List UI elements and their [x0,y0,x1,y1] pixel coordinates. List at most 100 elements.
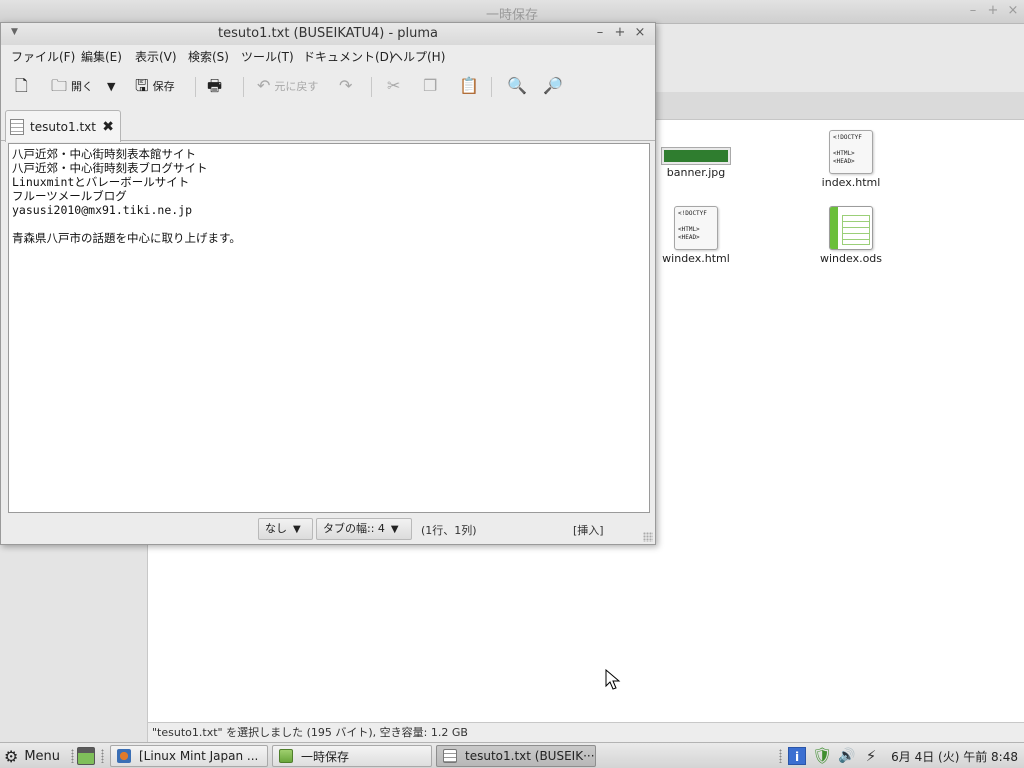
network-icon[interactable]: ⚡ [862,747,880,765]
tab-width-combo[interactable]: タブの幅:: 4 ▼ [316,518,412,540]
pluma-window: ▼ tesuto1.txt (BUSEIKATU4) - pluma – + ×… [0,22,656,545]
panel-grip [779,749,782,763]
file-label: windex.ods [819,252,883,265]
chevron-down-icon: ▼ [390,524,399,535]
menu-documents[interactable]: ドキュメント(D) [303,48,394,65]
minimize-button[interactable]: – [593,26,607,40]
icon-text: <HEAD> [833,158,855,165]
open-button[interactable]: 🗀 開く [51,73,93,99]
resize-grip[interactable] [643,532,653,542]
editor-line: 八戸近郊・中心街時刻表本館サイト [12,147,196,161]
paste-button[interactable]: 📋 [459,73,483,99]
pluma-titlebar[interactable]: ▼ tesuto1.txt (BUSEIKATU4) - pluma – + × [1,23,655,45]
menu-help[interactable]: ヘルプ(H) [391,48,445,65]
icon-text: <HEAD> [678,234,700,241]
file-index-html[interactable]: <!DOCTYF <HTML> <HEAD> index.html [803,130,899,189]
menubar: ファイル(F) 編集(E) 表示(V) 検索(S) ツール(T) ドキュメント(… [1,45,655,67]
search-icon: 🔍 [507,76,527,95]
image-file-icon [661,147,731,165]
editor-line: yasusi2010@mx91.tiki.ne.jp [12,203,193,217]
redo-button[interactable]: ↷ [339,73,356,99]
menu-file[interactable]: ファイル(F) [11,48,75,65]
editor-line: Linuxmintとバレーボールサイト [12,175,190,189]
show-desktop-button[interactable] [77,747,95,765]
html-file-icon: <!DOCTYF <HTML> <HEAD> [674,206,718,250]
chevron-down-icon: ▼ [107,79,116,93]
gear-icon: ⚙ [4,746,19,766]
cut-button[interactable]: ✂ [387,73,404,99]
fm-minimize-button[interactable]: – [966,4,980,18]
task-linux-mint-japan[interactable]: [Linux Mint Japan ... [110,745,268,767]
toolbar-separator [491,77,492,97]
icon-text: <HTML> [833,150,855,157]
print-button[interactable]: 🖶 [207,73,226,99]
file-manager-titlebar[interactable]: 一時保存 – + × [0,0,1024,24]
panel-grip [71,749,74,763]
highlight-mode-combo[interactable]: なし ▼ [258,518,313,540]
info-icon[interactable]: i [788,747,806,765]
spreadsheet-file-icon [829,206,873,250]
task-label: [Linux Mint Japan ... [139,749,259,763]
file-label: banner.jpg [666,166,726,179]
fm-close-button[interactable]: × [1006,4,1020,18]
toolbar-separator [195,77,196,97]
file-banner-jpg[interactable]: banner.jpg [648,130,744,179]
fm-toolbar [655,24,1024,92]
folder-icon [279,749,293,763]
menu-tools[interactable]: ツール(T) [241,48,294,65]
text-editor-area[interactable]: 八戸近郊・中心街時刻表本館サイト 八戸近郊・中心街時刻表ブログサイト Linux… [8,143,650,513]
file-label: windex.html [662,252,730,265]
clock[interactable]: 6月 4日 (火) 午前 8:48 [891,748,1018,765]
volume-icon[interactable]: 🔊 [838,747,856,765]
menu-view[interactable]: 表示(V) [135,48,177,65]
text-document-icon [10,118,24,135]
find-button[interactable]: 🔍 [507,73,531,99]
close-button[interactable]: × [633,26,647,40]
file-manager-title: 一時保存 [485,8,538,23]
fm-sidebar [0,545,148,742]
chevron-down-icon: ▼ [293,524,301,535]
panel-grip [101,749,104,763]
scissors-icon: ✂ [387,76,401,95]
clipboard-icon: 📋 [459,76,479,95]
insert-mode: [挿入] [573,524,604,537]
save-icon: 🖫 [135,76,149,95]
maximize-button[interactable]: + [613,26,627,40]
task-pluma[interactable]: tesuto1.txt (BUSEIK··· [436,745,596,767]
search-replace-icon: 🔎 [543,76,563,95]
taskbar: ⚙ Menu [Linux Mint Japan ... 一時保存 tesuto… [0,742,1024,768]
file-label: index.html [821,176,881,189]
start-menu-button[interactable]: ⚙ Menu [4,745,60,767]
menu-search[interactable]: 検索(S) [188,48,229,65]
shield-icon[interactable]: 🛡 [812,747,832,765]
text-editor-icon [443,749,457,763]
tab-tesuto1[interactable]: tesuto1.txt ✖ [5,110,121,142]
html-file-icon: <!DOCTYF <HTML> <HEAD> [829,130,873,174]
file-windex-html[interactable]: <!DOCTYF <HTML> <HEAD> windex.html [648,206,744,265]
file-windex-ods[interactable]: windex.ods [803,206,899,265]
find-replace-button[interactable]: 🔎 [543,73,567,99]
save-button[interactable]: 🖫 保存 [135,73,175,99]
statusbar: なし ▼ タブの幅:: 4 ▼ (1行、1列) [挿入] [1,516,655,544]
copy-button[interactable]: ❐ [423,73,441,99]
cursor-position: (1行、1列) [421,524,477,537]
tab-width-label: タブの幅:: 4 [323,522,385,535]
icon-text: <!DOCTYF [678,210,707,217]
open-label: 開く [71,80,94,93]
tab-close-icon[interactable]: ✖ [102,119,114,135]
toolbar-separator [371,77,372,97]
open-recent-dropdown[interactable]: ▼ [107,73,115,99]
copy-icon: ❐ [423,76,438,95]
undo-label: 元に戻す [274,80,319,93]
icon-text: <HTML> [678,226,700,233]
fm-maximize-button[interactable]: + [986,4,1000,18]
redo-icon: ↷ [339,76,353,95]
menu-edit[interactable]: 編集(E) [81,48,122,65]
new-document-button[interactable]: 🗋 [15,73,32,99]
editor-line: 八戸近郊・中心街時刻表ブログサイト [12,161,208,175]
undo-icon: ↶ [257,76,271,95]
toolbar: 🗋 🗀 開く ▼ 🖫 保存 🖶 ↶ 元に戻す ↷ ✂ ❐ 📋 🔍 🔎 [1,69,655,103]
task-file-manager[interactable]: 一時保存 [272,745,432,767]
open-folder-icon: 🗀 [51,76,68,95]
undo-button[interactable]: ↶ 元に戻す [257,73,318,99]
